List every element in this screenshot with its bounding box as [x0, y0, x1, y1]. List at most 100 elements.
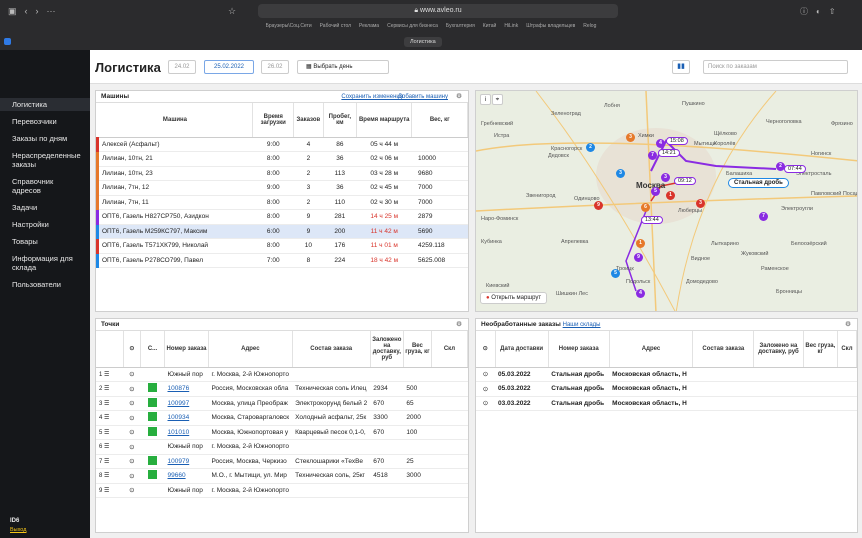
eye-icon[interactable]: ⊙ — [123, 483, 141, 498]
bar-chart-icon[interactable]: ▮▮ — [672, 60, 690, 74]
table-row[interactable]: 4 ☰ ⊙ 100934 Москва, Староваргаловск Холодны… — [96, 410, 468, 426]
sidebar-item[interactable]: Задачи — [0, 201, 90, 214]
unprocessed-col-header[interactable]: Заложено на доставку, руб — [753, 331, 804, 368]
eye-icon[interactable]: ⊙ — [476, 367, 496, 382]
time-bubble[interactable]: 07:44 — [784, 165, 806, 173]
machines-col-header[interactable]: Машина — [97, 103, 254, 138]
unprocessed-col-header[interactable]: Дата доставки — [495, 331, 549, 368]
bookmark-item[interactable]: Китай — [483, 23, 497, 29]
points-col-header[interactable]: Адрес — [208, 331, 293, 368]
table-row[interactable]: 2 ☰ ⊙ 100876 Россия, Московская обла Техниче… — [96, 381, 468, 397]
info-icon[interactable]: ⓘ — [800, 6, 808, 17]
forward-icon[interactable]: › — [36, 6, 39, 16]
points-col-header[interactable]: Номер заказа — [164, 331, 209, 368]
table-row[interactable]: 6 ☰ ⊙ Южный пор г. Москва, 2-й Южнопорто — [96, 439, 468, 455]
gear-icon[interactable]: ⚙ — [456, 91, 462, 103]
map-layers-icon[interactable]: ⌖ — [492, 94, 503, 105]
map-marker[interactable]: 9 — [594, 201, 603, 210]
bookmark-item[interactable]: HiLink — [504, 23, 518, 29]
map-panel[interactable]: Зеленоград Лобня Пушкино Химки Мытищи Щёлково… — [475, 90, 858, 312]
table-row[interactable]: 3 ☰ ⊙ 100997 Москва, улица Преображ Электрок… — [96, 396, 468, 411]
map-marker[interactable]: 7 — [648, 151, 657, 160]
map-marker[interactable]: 3 — [696, 199, 705, 208]
map-marker[interactable]: 2 — [586, 143, 595, 152]
sidebar-item[interactable]: Товары — [0, 235, 90, 248]
status-chip[interactable] — [148, 383, 158, 393]
status-chip[interactable] — [148, 455, 158, 465]
order-number[interactable]: 99660 — [164, 468, 209, 484]
back-icon[interactable]: ‹ — [25, 6, 28, 16]
points-col-header[interactable]: Состав заказа — [292, 331, 371, 368]
next-date-button[interactable]: 26.02 — [261, 60, 289, 74]
order-number[interactable]: Южный пор — [164, 439, 209, 455]
machines-col-header[interactable]: Заказов — [293, 103, 324, 138]
browser-tab[interactable]: Логистика — [404, 37, 442, 47]
points-col-header[interactable]: Скл — [431, 331, 468, 368]
map-marker[interactable]: 5 — [611, 269, 620, 278]
sidebar-item[interactable]: Логистика — [0, 98, 90, 111]
eye-icon[interactable]: ⊙ — [123, 367, 141, 382]
map-marker[interactable]: 7 — [759, 212, 768, 221]
status-chip[interactable] — [148, 426, 158, 436]
eye-icon[interactable]: ⊙ — [123, 468, 141, 484]
table-row[interactable]: 5 ☰ ⊙ 101010 Москва, Южнопортовая у Кварцевы… — [96, 425, 468, 440]
points-col-header[interactable]: ⊙ — [123, 331, 142, 368]
map-callout[interactable]: Стальная дробь — [728, 178, 789, 188]
order-number[interactable]: 100876 — [164, 381, 209, 397]
unprocessed-col-header[interactable]: Вес груза, кг — [803, 331, 838, 368]
sidebar-item[interactable]: Информация для склада — [0, 252, 90, 274]
address-bar[interactable]: 🔒︎ www.avleo.ru — [258, 4, 618, 18]
points-gear-icon[interactable]: ⚙ — [456, 319, 462, 331]
time-bubble[interactable]: 09:12 — [674, 177, 696, 185]
map-marker[interactable]: 6 — [641, 203, 650, 212]
open-route-button[interactable]: ● Открыть маршрут — [480, 292, 548, 304]
unprocessed-col-header[interactable]: Состав заказа — [692, 331, 755, 368]
machines-col-header[interactable]: Время загрузки — [252, 103, 295, 138]
table-row[interactable]: 9 ☰ ⊙ Южный пор г. Москва, 2-й Южнопорто — [96, 483, 468, 498]
time-bubble[interactable]: 15:08 — [666, 137, 688, 145]
sidebar-item[interactable]: Пользователи — [0, 278, 90, 291]
bookmark-item[interactable]: Сервисы для бизнеса — [387, 23, 438, 29]
eye-icon[interactable]: ⊙ — [476, 396, 496, 411]
unprocessed-col-header[interactable]: Номер заказа — [548, 331, 610, 368]
add-machine-link[interactable]: Добавить машину — [398, 91, 448, 103]
table-row[interactable]: Лилиан, 7тн, 11 8:00 2 110 02 ч 30 м 7000 — [95, 195, 468, 210]
eye-icon[interactable]: ⊙ — [123, 396, 141, 411]
order-number[interactable]: Южный пор — [164, 483, 209, 498]
order-number[interactable]: 100979 — [164, 454, 209, 469]
unprocessed-col-header[interactable]: Скл — [837, 331, 857, 368]
unprocessed-col-header[interactable]: Адрес — [609, 331, 694, 368]
order-number[interactable]: Южный пор — [164, 367, 209, 382]
sidebar-item[interactable]: Настройки — [0, 218, 90, 231]
table-row[interactable]: 7 ☰ ⊙ 100979 Россия, Москва, Черкизо Стеклош… — [96, 454, 468, 469]
map-marker[interactable]: 9 — [634, 253, 643, 262]
bookmark-item[interactable]: Реклама — [359, 23, 379, 29]
status-chip[interactable] — [148, 470, 158, 480]
machines-col-header[interactable]: Вес, кг — [411, 103, 468, 138]
machines-col-header[interactable]: Пробег, км — [323, 103, 357, 138]
status-chip[interactable] — [148, 412, 158, 422]
status-chip[interactable] — [148, 397, 158, 407]
unprocessed-gear-icon[interactable]: ⚙ — [845, 319, 851, 331]
table-row[interactable]: ⊙ 03.03.2022 Стальная дробь Московская обла… — [476, 396, 857, 411]
sidebar-item[interactable]: Справочник адресов — [0, 175, 90, 197]
table-row[interactable]: 8 ☰ ⊙ 99660 М.О., г. Мытищи, ул. Мир Техниче… — [96, 468, 468, 484]
map-marker[interactable]: 4 — [656, 139, 665, 148]
eye-icon[interactable]: ⊙ — [123, 439, 141, 455]
table-row[interactable]: ОПТ6, Газель Т571ХК799, Николай 8:00 10 176… — [95, 238, 468, 254]
map-marker[interactable]: 5 — [651, 187, 660, 196]
eye-icon[interactable]: ⊙ — [123, 381, 141, 397]
table-row[interactable]: Лилиан, 10тн, 23 8:00 2 113 03 ч 28 м 9680 — [95, 166, 468, 181]
table-row[interactable]: ⊙ 05.03.2022 Стальная дробь Московская обла… — [476, 381, 857, 397]
bookmark-item[interactable]: Бухгалтерия — [446, 23, 475, 29]
eye-icon[interactable]: ⊙ — [123, 410, 141, 426]
extensions-icon[interactable]: ⋯ — [47, 6, 56, 17]
prev-date-button[interactable]: 24.02 — [168, 60, 196, 74]
table-row[interactable]: ОПТ6, Газель М259КС797, Максим 6:00 9 200 11… — [95, 224, 468, 239]
eye-icon[interactable]: ⊙ — [123, 425, 141, 440]
sidebar-toggle-icon[interactable]: ▣ — [8, 6, 17, 17]
table-row[interactable]: Лилиан, 10тн, 21 8:00 2 36 02 ч 06 м 10000 — [95, 151, 468, 167]
current-date-field[interactable]: 25.02.2022 — [204, 60, 254, 74]
table-row[interactable]: Алексей (Асфальт) 9:00 4 86 05 ч 44 м — [95, 137, 468, 152]
save-changes-link[interactable]: Сохранить изменения — [341, 91, 403, 103]
